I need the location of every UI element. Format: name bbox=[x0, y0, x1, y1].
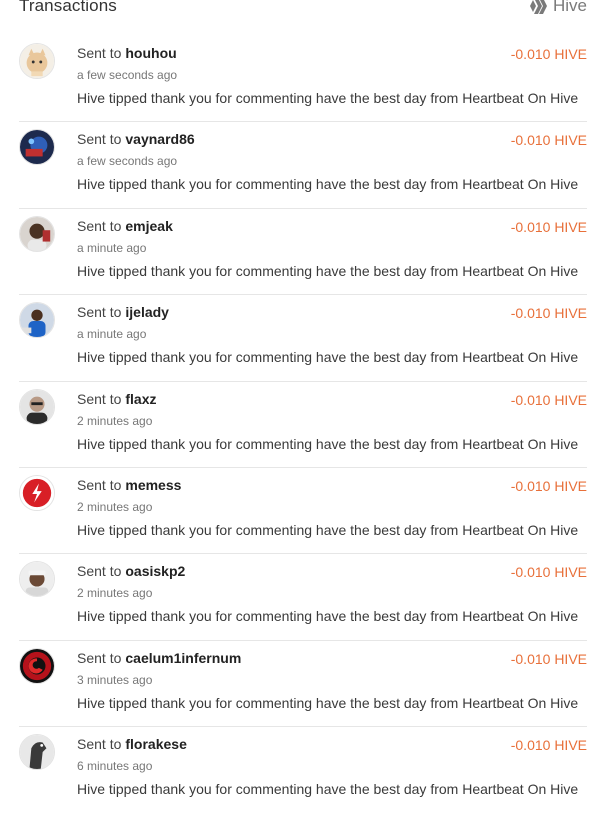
transaction-memo: Hive tipped thank you for commenting hav… bbox=[77, 176, 579, 193]
transaction-row[interactable]: Sent to vaynard86 a few seconds ago -0.01… bbox=[19, 122, 587, 209]
transaction-amount: -0.010 HIVE bbox=[510, 650, 587, 667]
transaction-time: a few seconds ago bbox=[77, 68, 178, 82]
transaction-list: Sent to houhou a few seconds ago -0.010 H… bbox=[19, 36, 587, 814]
transaction-memo: Hive tipped thank you for commenting hav… bbox=[77, 694, 579, 711]
transaction-memo: Hive tipped thank you for commenting hav… bbox=[77, 608, 579, 625]
brand-label: Hive bbox=[552, 0, 587, 15]
recipient-username[interactable]: caelum1infernum bbox=[125, 650, 241, 666]
transaction-amount: -0.010 HIVE bbox=[510, 305, 587, 322]
recipient-username[interactable]: vaynard86 bbox=[125, 131, 194, 147]
sent-to-label: Sent to bbox=[77, 390, 122, 407]
sent-to-label: Sent to bbox=[77, 45, 122, 61]
user-avatar[interactable] bbox=[19, 43, 55, 79]
recipient-line: Sent to oasiskp2 bbox=[77, 562, 185, 580]
transaction-memo: Hive tipped thank you for commenting hav… bbox=[77, 435, 579, 452]
sent-to-label: Sent to bbox=[77, 476, 122, 493]
user-avatar[interactable] bbox=[19, 561, 55, 598]
page-title: Transactions bbox=[19, 0, 117, 15]
sent-to-label: Sent to bbox=[77, 563, 122, 580]
hive-logo-icon bbox=[529, 0, 549, 15]
recipient-line: Sent to memess bbox=[77, 476, 181, 494]
transaction-row[interactable]: Sent to florakese 6 minutes ago -0.010 HI… bbox=[19, 727, 587, 813]
transaction-amount: -0.010 HIVE bbox=[510, 477, 587, 494]
user-avatar[interactable] bbox=[19, 215, 55, 252]
recipient-line: Sent to caelum1infernum bbox=[77, 649, 241, 667]
recipient-username[interactable]: houhou bbox=[125, 45, 176, 61]
transaction-row[interactable]: Sent to houhou a few seconds ago -0.010 H… bbox=[19, 36, 587, 123]
page-header: Transactions Hive bbox=[0, 0, 602, 17]
transaction-memo: Hive tipped thank you for commenting hav… bbox=[77, 349, 579, 366]
transaction-time: a minute ago bbox=[77, 240, 147, 255]
transaction-row[interactable]: Sent to oasiskp2 2 minutes ago -0.010 HIV… bbox=[19, 554, 587, 641]
sent-to-label: Sent to bbox=[77, 649, 122, 666]
transaction-row[interactable]: Sent to flaxz 2 minutes ago -0.010 HIVE H… bbox=[19, 382, 587, 468]
recipient-line: Sent to ijelady bbox=[77, 303, 169, 321]
user-avatar[interactable] bbox=[19, 647, 55, 684]
transaction-memo: Hive tipped thank you for commenting hav… bbox=[77, 90, 579, 106]
user-avatar[interactable] bbox=[19, 474, 55, 511]
transaction-amount: -0.010 HIVE bbox=[510, 737, 587, 754]
transaction-amount: -0.010 HIVE bbox=[510, 132, 587, 149]
sent-to-label: Sent to bbox=[77, 736, 122, 753]
recipient-line: Sent to houhou bbox=[77, 44, 177, 62]
recipient-username[interactable]: flaxz bbox=[125, 391, 156, 407]
transaction-memo: Hive tipped thank you for commenting hav… bbox=[77, 521, 579, 538]
transaction-memo: Hive tipped thank you for commenting hav… bbox=[77, 262, 579, 279]
transaction-row[interactable]: Sent to ijelady a minute ago -0.010 HIVE … bbox=[19, 295, 587, 382]
recipient-username[interactable]: oasiskp2 bbox=[125, 563, 185, 579]
transaction-amount: -0.010 HIVE bbox=[510, 391, 587, 408]
transaction-row[interactable]: Sent to caelum1infernum 3 minutes ago -0.… bbox=[19, 641, 587, 728]
user-avatar[interactable] bbox=[19, 734, 55, 771]
transaction-memo: Hive tipped thank you for commenting hav… bbox=[77, 781, 579, 798]
user-avatar[interactable] bbox=[19, 129, 55, 166]
transaction-amount: -0.010 HIVE bbox=[510, 218, 587, 235]
recipient-line: Sent to emjeak bbox=[77, 217, 173, 235]
recipient-username[interactable]: ijelady bbox=[125, 304, 169, 320]
transaction-amount: -0.010 HIVE bbox=[510, 46, 587, 62]
recipient-line: Sent to flaxz bbox=[77, 390, 157, 408]
transaction-time: a few seconds ago bbox=[77, 154, 178, 169]
transaction-row[interactable]: Sent to emjeak a minute ago -0.010 HIVE H… bbox=[19, 209, 587, 296]
sent-to-label: Sent to bbox=[77, 131, 122, 148]
recipient-username[interactable]: memess bbox=[125, 477, 181, 493]
transaction-time: 2 minutes ago bbox=[77, 586, 153, 601]
transaction-time: 2 minutes ago bbox=[77, 413, 153, 428]
recipient-username[interactable]: emjeak bbox=[125, 218, 172, 234]
transaction-time: a minute ago bbox=[77, 327, 147, 342]
user-avatar[interactable] bbox=[19, 302, 55, 339]
transaction-time: 3 minutes ago bbox=[77, 672, 153, 687]
recipient-line: Sent to florakese bbox=[77, 735, 187, 753]
recipient-line: Sent to vaynard86 bbox=[77, 130, 195, 148]
brand[interactable]: Hive bbox=[529, 0, 587, 16]
transaction-amount: -0.010 HIVE bbox=[510, 564, 587, 581]
transaction-row[interactable]: Sent to memess 2 minutes ago -0.010 HIVE … bbox=[19, 468, 587, 555]
transaction-time: 2 minutes ago bbox=[77, 499, 153, 514]
sent-to-label: Sent to bbox=[77, 217, 122, 234]
user-avatar[interactable] bbox=[19, 388, 55, 425]
transaction-time: 6 minutes ago bbox=[77, 759, 153, 774]
recipient-username[interactable]: florakese bbox=[125, 736, 186, 752]
sent-to-label: Sent to bbox=[77, 304, 122, 321]
